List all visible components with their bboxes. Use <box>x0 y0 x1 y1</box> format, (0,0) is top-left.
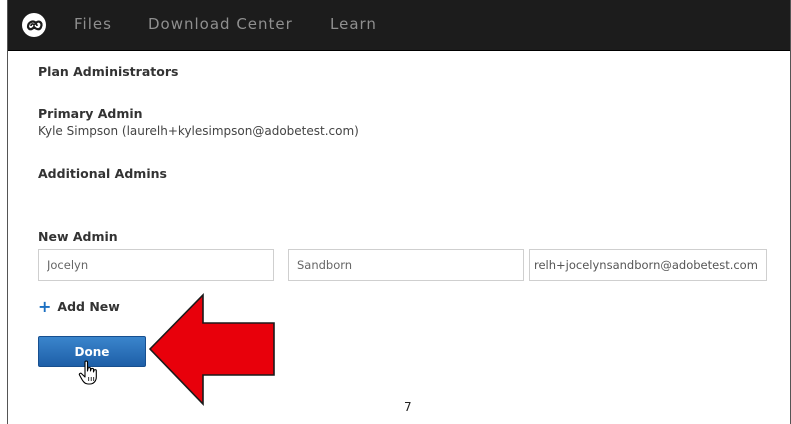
plus-icon: + <box>38 296 52 316</box>
plan-administrators-heading: Plan Administrators <box>38 64 179 79</box>
new-admin-label: New Admin <box>38 229 118 244</box>
page-number: 7 <box>404 400 412 414</box>
nav-learn[interactable]: Learn <box>330 15 377 33</box>
primary-admin-value: Kyle Simpson (laurelh+kylesimpson@adobet… <box>38 124 359 138</box>
nav-download-center[interactable]: Download Center <box>148 15 293 33</box>
creative-cloud-logo-icon[interactable] <box>21 12 47 38</box>
first-name-input[interactable] <box>38 249 274 281</box>
top-navigation-bar: Files Download Center Learn <box>8 0 790 51</box>
add-new-link[interactable]: + Add New <box>38 296 120 316</box>
nav-files[interactable]: Files <box>74 15 112 33</box>
primary-admin-label: Primary Admin <box>38 106 143 121</box>
hand-cursor-icon <box>78 360 97 385</box>
red-arrow-icon <box>148 293 275 406</box>
page-frame: Files Download Center Learn Plan Adminis… <box>7 0 791 424</box>
email-input[interactable] <box>529 249 767 281</box>
additional-admins-label: Additional Admins <box>38 166 167 181</box>
add-new-label: Add New <box>57 299 120 314</box>
last-name-input[interactable] <box>288 249 524 281</box>
